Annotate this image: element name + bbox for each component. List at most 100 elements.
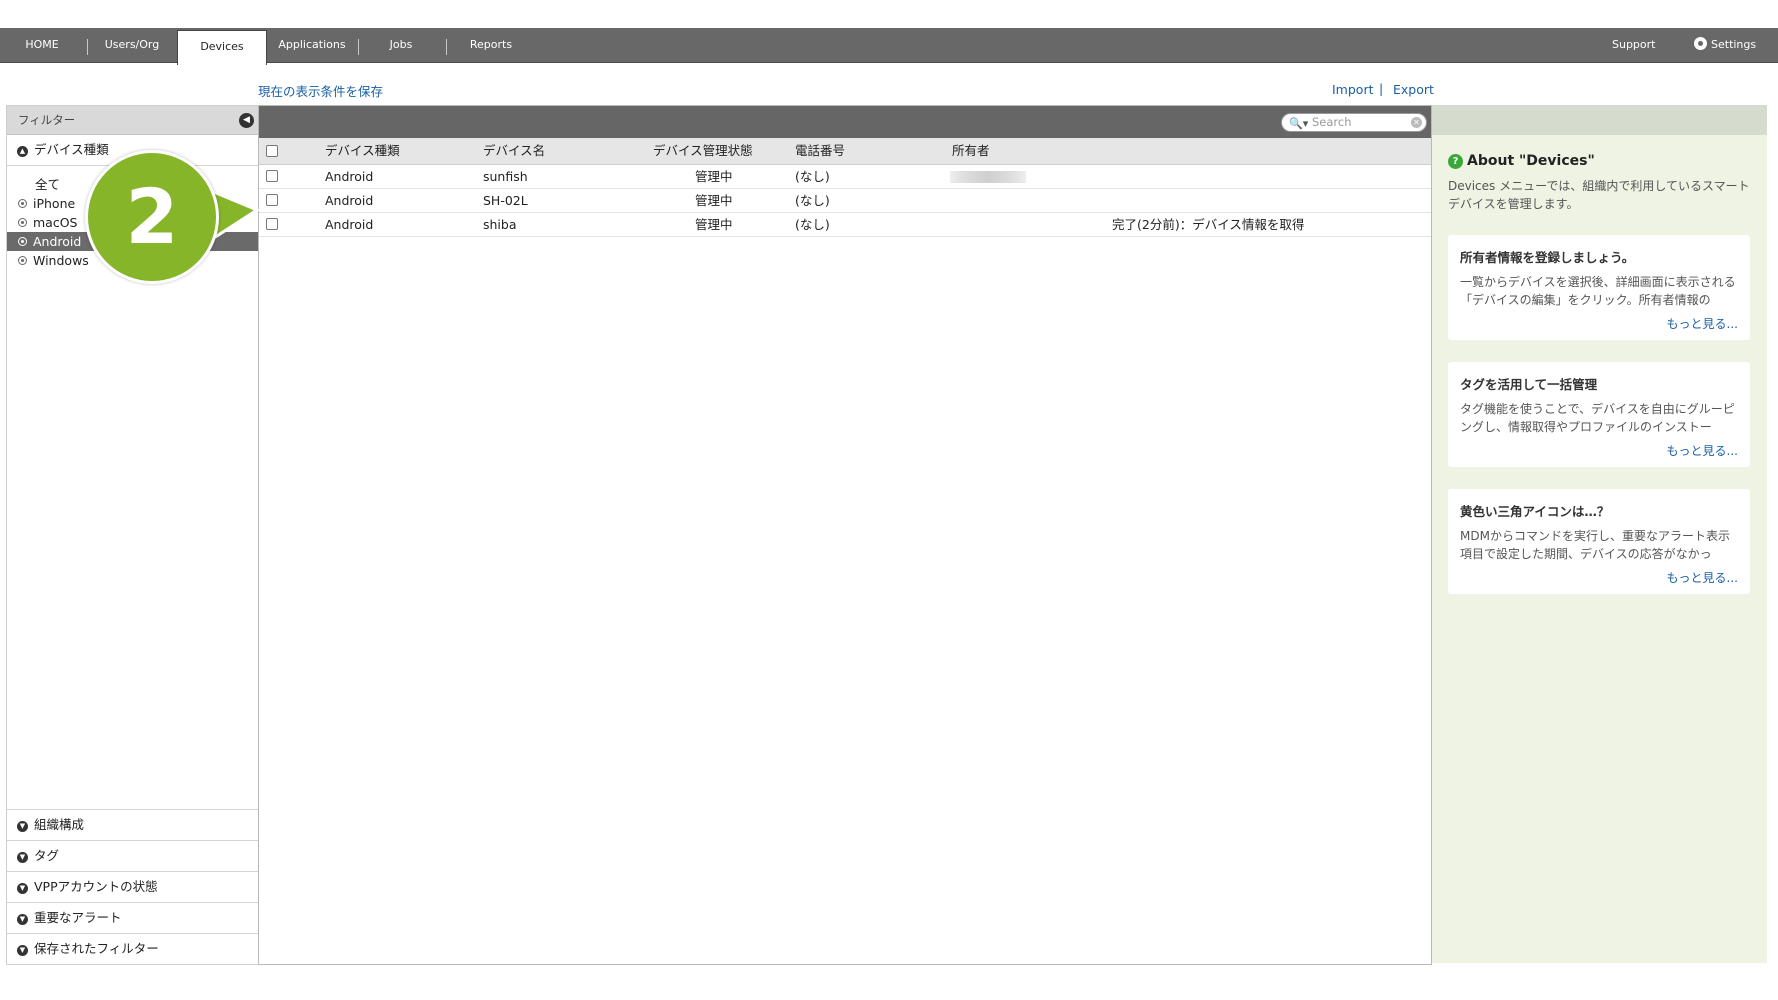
tab-users-org[interactable]: Users/Org <box>92 28 172 62</box>
cell-device-name: SH-02L <box>483 193 528 208</box>
table-row[interactable]: Android shiba 管理中 (なし) 完了(2分前)：デバイス情報を取得 <box>259 213 1431 237</box>
tip-card-title: 所有者情報を登録しましょう。 <box>1460 250 1635 265</box>
column-header-device-type[interactable]: デバイス種類 <box>325 138 400 164</box>
section-label: VPPアカウントの状態 <box>34 879 158 894</box>
filter-bottom-sections: ▼ 組織構成 ▼ タグ ▼ VPPアカウントの状態 ▼ 重要なアラート ▼ 保存されたフィ… <box>7 809 259 964</box>
tab-applications[interactable]: Applications <box>270 28 354 62</box>
help-icon: ? <box>1448 154 1463 169</box>
clear-search-icon[interactable]: ✕ <box>1411 117 1422 128</box>
radio-icon <box>18 199 27 208</box>
info-panel: ? About "Devices" Devices メニューでは、組織内で利用して… <box>1432 105 1767 963</box>
tip-card: 黄色い三角アイコンは…？ MDMからコマンドを実行し、重要なアラート表示項目で設… <box>1448 489 1750 594</box>
filter-option-label: 全て <box>35 177 61 192</box>
device-table-panel: 🔍▾ Search ✕ デバイス種類 デバイス名 デバイス管理状態 電話番号 所… <box>258 105 1432 965</box>
filter-option-label: macOS <box>33 215 78 230</box>
read-more-link[interactable]: もっと見る... <box>1667 442 1738 459</box>
section-org-structure[interactable]: ▼ 組織構成 <box>7 809 259 840</box>
row-checkbox[interactable] <box>266 194 278 206</box>
radio-icon <box>18 218 27 227</box>
chevron-down-icon: ▼ <box>17 883 28 894</box>
filter-option-label: Windows <box>33 253 89 268</box>
step-callout: 2 <box>85 150 265 285</box>
table-row[interactable]: Android sunfish 管理中 (なし) <box>259 165 1431 189</box>
cell-phone-number: (なし) <box>795 217 830 232</box>
save-view-link[interactable]: 現在の表示条件を保存 <box>258 81 383 100</box>
radio-icon <box>18 256 27 265</box>
chevron-down-icon: ▼ <box>17 945 28 956</box>
tip-card-body: タグ機能を使うことで、デバイスを自由にグルーピングし、情報取得やプロファイルのイ… <box>1460 402 1735 434</box>
column-header-management-status[interactable]: デバイス管理状態 <box>653 138 753 164</box>
tip-card: タグを活用して一括管理 タグ機能を使うことで、デバイスを自由にグルーピングし、情… <box>1448 362 1750 467</box>
cell-phone-number: (なし) <box>795 169 830 184</box>
cell-management-status: 管理中 <box>695 217 733 232</box>
chevron-down-icon: ▼ <box>17 821 28 832</box>
chevron-down-icon: ▼ <box>17 914 28 925</box>
column-header-device-name[interactable]: デバイス名 <box>483 138 545 164</box>
section-label: 重要なアラート <box>34 910 122 925</box>
info-title-text: About "Devices" <box>1467 153 1595 169</box>
section-critical-alerts[interactable]: ▼ 重要なアラート <box>7 902 259 933</box>
tab-divider <box>358 39 359 55</box>
tab-reports[interactable]: Reports <box>452 28 530 62</box>
tip-card: 所有者情報を登録しましょう。 一覧からデバイスを選択後、詳細画面に表示される「デ… <box>1448 235 1750 340</box>
table-row[interactable]: Android SH-02L 管理中 (なし) <box>259 189 1431 213</box>
search-placeholder: Search <box>1312 115 1352 129</box>
tip-card-body: MDMからコマンドを実行し、重要なアラート表示項目で設定した期間、デバイスの応答… <box>1460 529 1730 561</box>
table-header: デバイス種類 デバイス名 デバイス管理状態 電話番号 所有者 <box>259 138 1431 165</box>
chevron-up-icon: ▲ <box>17 146 28 157</box>
info-description: Devices メニューでは、組織内で利用しているスマートデバイスを管理します。 <box>1448 179 1750 211</box>
cell-phone-number: (なし) <box>795 193 830 208</box>
info-panel-header <box>1432 105 1767 135</box>
chevron-down-icon: ▼ <box>17 852 28 863</box>
cell-job-status: 完了(2分前)：デバイス情報を取得 <box>1112 217 1305 232</box>
section-saved-filters[interactable]: ▼ 保存されたフィルター <box>7 933 259 964</box>
cell-device-name: sunfish <box>483 169 528 184</box>
tab-divider <box>87 39 88 55</box>
cell-device-type: Android <box>325 217 374 232</box>
filter-header: フィルター ◀ <box>7 106 259 135</box>
link-separator: | <box>1379 81 1384 96</box>
column-header-phone-number[interactable]: 電話番号 <box>795 138 845 164</box>
settings-link[interactable]: Settings <box>1694 28 1756 62</box>
gear-icon <box>1694 37 1707 50</box>
tab-home[interactable]: HOME <box>8 28 76 62</box>
section-label: タグ <box>34 848 60 863</box>
support-link[interactable]: Support <box>1612 28 1655 62</box>
cell-device-name: shiba <box>483 217 517 232</box>
owner-blurred-text <box>950 171 1026 183</box>
table-toolbar: 🔍▾ Search ✕ <box>259 106 1431 138</box>
filter-option-label: iPhone <box>33 196 76 211</box>
tip-card-title: 黄色い三角アイコンは…？ <box>1460 504 1610 519</box>
read-more-link[interactable]: もっと見る... <box>1667 315 1738 332</box>
cell-device-type: Android <box>325 193 374 208</box>
tab-devices[interactable]: Devices <box>177 30 267 65</box>
section-vpp-account[interactable]: ▼ VPPアカウントの状態 <box>7 871 259 902</box>
filter-option-label: Android <box>33 234 82 249</box>
search-input[interactable]: 🔍▾ Search ✕ <box>1281 113 1427 132</box>
cell-device-type: Android <box>325 169 374 184</box>
tab-divider <box>446 39 447 55</box>
import-link[interactable]: Import <box>1332 82 1374 97</box>
row-checkbox[interactable] <box>266 170 278 182</box>
top-navigation-bar: HOME Users/Org Devices Applications Jobs… <box>0 28 1778 65</box>
section-tags[interactable]: ▼ タグ <box>7 840 259 871</box>
filter-title: フィルター <box>18 113 76 127</box>
select-all-checkbox[interactable] <box>266 145 278 157</box>
settings-label: Settings <box>1711 38 1757 51</box>
row-checkbox[interactable] <box>266 218 278 230</box>
read-more-link[interactable]: もっと見る... <box>1667 569 1738 586</box>
column-header-owner[interactable]: 所有者 <box>952 138 990 164</box>
export-link[interactable]: Export <box>1393 82 1434 97</box>
collapse-panel-icon[interactable]: ◀ <box>239 113 254 128</box>
tip-card-title: タグを活用して一括管理 <box>1460 377 1598 392</box>
step-number: 2 <box>85 150 219 284</box>
cell-management-status: 管理中 <box>695 169 733 184</box>
tab-jobs[interactable]: Jobs <box>363 28 439 62</box>
cell-management-status: 管理中 <box>695 193 733 208</box>
tip-card-body: 一覧からデバイスを選択後、詳細画面に表示される「デバイスの編集」をクリック。所有… <box>1460 275 1736 307</box>
section-label: 保存されたフィルター <box>34 941 159 956</box>
radio-icon <box>18 237 27 246</box>
search-icon: 🔍▾ <box>1289 117 1309 130</box>
info-title: ? About "Devices" <box>1448 153 1595 169</box>
section-label: 組織構成 <box>34 817 85 832</box>
